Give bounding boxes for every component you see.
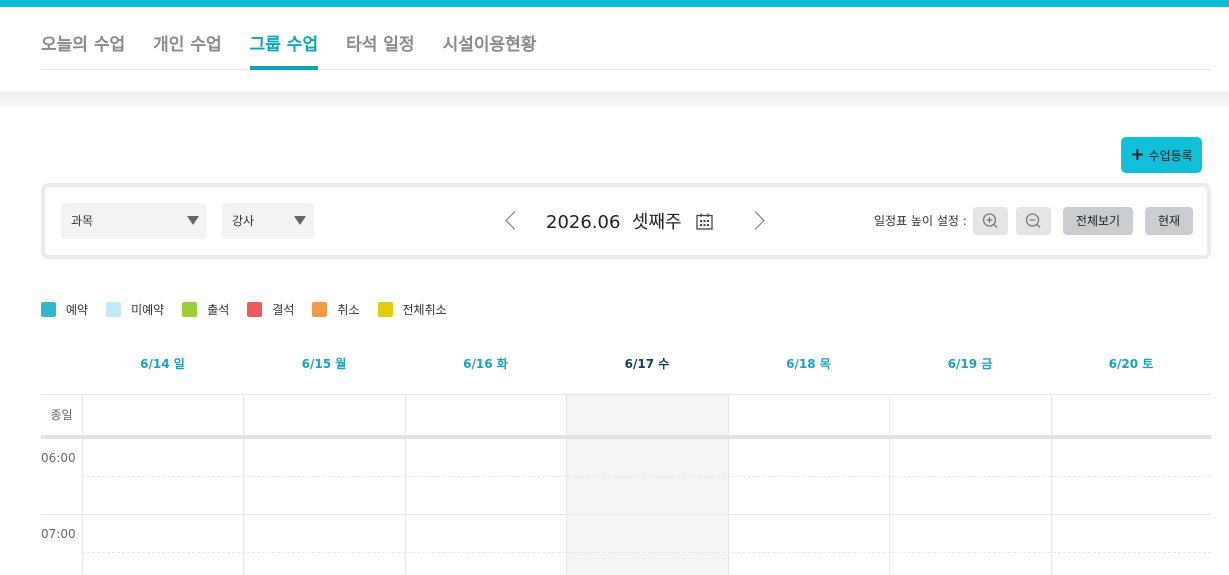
half-hour-line	[82, 552, 1211, 553]
hour-line	[41, 514, 1211, 515]
day-header-sat[interactable]: 6/20 토	[1051, 340, 1211, 395]
main-tabs: 오늘의 수업 개인 수업 그룹 수업 타석 일정 시설이용현황	[41, 7, 1211, 70]
calendar-icon[interactable]	[695, 213, 713, 230]
grid-divider	[566, 395, 567, 575]
legend-label: 예약	[66, 302, 89, 317]
status-legend: 예약 미예약 출석 결석 취소 전체취소	[41, 300, 465, 318]
height-setting-label: 일정표 높이 설정 :	[874, 214, 967, 228]
legend-item: 예약	[41, 301, 88, 318]
legend-label: 취소	[337, 302, 360, 317]
view-all-button[interactable]: 전체보기	[1063, 207, 1133, 235]
legend-label: 미예약	[131, 302, 165, 317]
time-label: 06:00	[41, 451, 76, 465]
day-header-thu[interactable]: 6/18 목	[728, 340, 889, 395]
tab-today-class[interactable]: 오늘의 수업	[41, 7, 125, 70]
zoom-in-icon	[982, 213, 998, 228]
legend-label: 전체취소	[402, 302, 447, 317]
zoom-in-button[interactable]	[973, 207, 1008, 235]
plus-icon: +	[1130, 144, 1145, 165]
legend-label: 출석	[207, 302, 230, 317]
add-class-label: 수업등록	[1148, 148, 1193, 163]
all-day-label: 종일	[50, 408, 73, 422]
legend-item: 전체취소	[377, 301, 447, 318]
legend-label: 결석	[272, 302, 295, 317]
dropdown-arrow-icon	[187, 216, 199, 225]
today-column	[566, 395, 728, 575]
chevron-right-icon[interactable]	[749, 206, 769, 236]
tab-personal-class[interactable]: 개인 수업	[153, 7, 221, 70]
legend-swatch	[106, 301, 122, 317]
grid-divider	[243, 395, 244, 575]
day-header-fri[interactable]: 6/19 금	[889, 340, 1051, 395]
legend-item: 결석	[247, 301, 294, 318]
legend-swatch	[41, 301, 56, 317]
zoom-out-icon	[1025, 213, 1041, 228]
legend-swatch	[247, 301, 263, 317]
week-navigator: 2026.06 셋째주	[500, 199, 769, 243]
tab-batting-schedule[interactable]: 타석 일정	[346, 7, 414, 70]
zoom-out-button[interactable]	[1016, 207, 1051, 235]
time-label: 07:00	[41, 527, 76, 541]
grid-divider	[405, 395, 406, 575]
legend-swatch	[182, 301, 198, 317]
day-header-wed[interactable]: 6/17 수	[566, 340, 728, 395]
day-header-sun[interactable]: 6/14 일	[82, 340, 243, 395]
schedule-grid: 종일 06:00 07:00	[41, 395, 1211, 575]
filter-bar: 과목 강사 2026.06 셋째주 일정표 높이 설정 : 전체보기 현재	[41, 183, 1211, 259]
legend-swatch	[377, 301, 393, 317]
half-hour-line	[82, 476, 1211, 477]
day-header-tue[interactable]: 6/16 화	[405, 340, 566, 395]
grid-divider	[889, 395, 890, 575]
current-button[interactable]: 현재	[1145, 207, 1193, 235]
subject-select-label: 과목	[71, 214, 94, 228]
grid-divider	[1051, 395, 1052, 575]
legend-item: 취소	[312, 301, 360, 318]
top-accent-bar	[0, 0, 1229, 7]
legend-item: 출석	[182, 301, 229, 318]
teacher-select-label: 강사	[232, 214, 255, 228]
teacher-select[interactable]: 강사	[222, 203, 314, 239]
tab-facility-status[interactable]: 시설이용현황	[443, 7, 537, 70]
grid-divider	[82, 395, 83, 575]
week-label: 2026.06 셋째주	[546, 212, 682, 233]
tab-group-class[interactable]: 그룹 수업	[249, 7, 319, 70]
subject-select[interactable]: 과목	[61, 203, 207, 239]
legend-item: 미예약	[106, 301, 164, 318]
add-class-button[interactable]: + 수업등록	[1121, 137, 1202, 173]
chevron-left-icon[interactable]	[500, 206, 520, 236]
day-header-mon[interactable]: 6/15 월	[243, 340, 405, 395]
grid-divider	[728, 395, 729, 575]
calendar-header: 6/14 일 6/15 월 6/16 화 6/17 수 6/18 목 6/19 …	[41, 340, 1211, 395]
dropdown-arrow-icon	[294, 216, 306, 225]
legend-swatch	[312, 301, 328, 317]
section-divider	[0, 92, 1229, 107]
all-day-separator	[41, 435, 1211, 439]
